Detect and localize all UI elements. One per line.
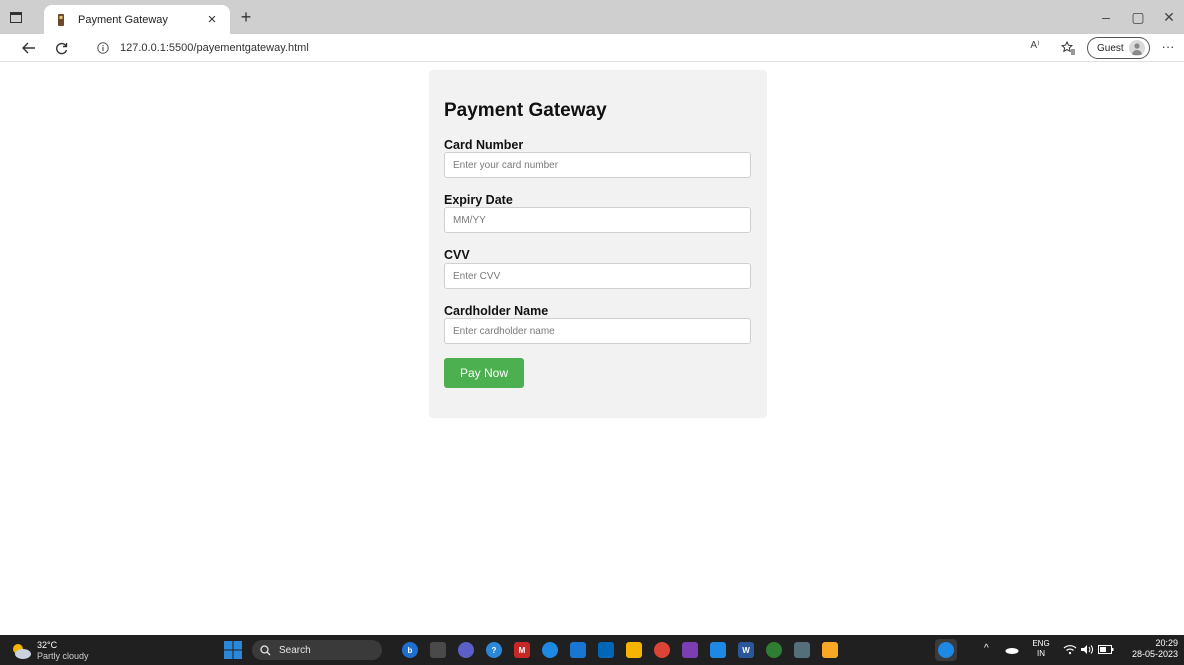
app-yellow-icon[interactable]: [822, 642, 838, 658]
page-favicon-icon: [54, 13, 68, 27]
card-number-label: Card Number: [444, 138, 524, 152]
cvv-label: CVV: [444, 248, 470, 262]
weather-description: Partly cloudy: [37, 651, 89, 661]
edge-active-icon[interactable]: [938, 642, 954, 658]
tray-overflow-icon[interactable]: ^: [984, 643, 989, 654]
weather-widget[interactable]: 32°C Partly cloudy: [10, 639, 120, 663]
git-icon[interactable]: [682, 642, 698, 658]
browser-tab[interactable]: Payment Gateway ×: [44, 5, 230, 34]
app-green-icon[interactable]: [766, 642, 782, 658]
browser-tab-bar: Payment Gateway × + – ▢ ✕: [0, 0, 1184, 34]
refresh-icon[interactable]: [52, 39, 70, 57]
restore-icon[interactable]: ▢: [1129, 9, 1147, 25]
back-arrow-icon[interactable]: [20, 39, 38, 57]
favorites-star-icon[interactable]: [1060, 40, 1076, 56]
mysql-icon[interactable]: [570, 642, 586, 658]
chrome-icon[interactable]: [654, 642, 670, 658]
tab-close-icon[interactable]: ×: [204, 11, 220, 28]
tab-title: Payment Gateway: [78, 13, 168, 26]
edge-icon[interactable]: [542, 642, 558, 658]
search-label: Search: [279, 644, 311, 656]
help-icon[interactable]: ?: [486, 642, 502, 658]
mcafee-icon[interactable]: M: [514, 642, 530, 658]
minimize-icon[interactable]: –: [1097, 9, 1115, 25]
avatar: [1129, 40, 1145, 56]
language-code: ENG: [1032, 639, 1050, 648]
chat-icon[interactable]: [458, 642, 474, 658]
cvv-input[interactable]: [444, 263, 751, 289]
file-explorer-icon[interactable]: [626, 642, 642, 658]
clock-time: 20:29: [1155, 638, 1178, 648]
word-icon[interactable]: W: [738, 642, 754, 658]
taskbar: 32°C Partly cloudy Search b ? M W ^ ENG …: [0, 635, 1184, 665]
store-icon[interactable]: [598, 642, 614, 658]
card-number-input[interactable]: [444, 152, 751, 178]
payment-form-card: Payment Gateway Card Number Expiry Date …: [429, 70, 767, 418]
onedrive-icon[interactable]: [1005, 646, 1019, 654]
cardholder-name-input[interactable]: [444, 318, 751, 344]
page-title: Payment Gateway: [444, 100, 607, 121]
site-info-icon[interactable]: [96, 41, 110, 55]
virtualbox-icon[interactable]: [794, 642, 810, 658]
more-options-icon[interactable]: ···: [1160, 40, 1176, 54]
read-aloud-icon[interactable]: A⁾: [1026, 40, 1044, 51]
clock[interactable]: 20:29 28-05-2023: [1122, 638, 1178, 660]
volume-icon[interactable]: [1080, 644, 1094, 655]
address-bar[interactable]: 127.0.0.1:5500/payementgateway.html: [84, 37, 1024, 59]
tab-actions-icon[interactable]: [8, 9, 24, 25]
profile-label: Guest: [1097, 42, 1124, 54]
vscode-icon[interactable]: [710, 642, 726, 658]
profile-button[interactable]: Guest: [1087, 37, 1150, 59]
bing-icon[interactable]: b: [402, 642, 418, 658]
window-close-icon[interactable]: ✕: [1160, 9, 1178, 25]
wifi-icon[interactable]: [1063, 644, 1077, 655]
language-indicator[interactable]: ENG IN: [1031, 639, 1051, 659]
page-viewport: Payment Gateway Card Number Expiry Date …: [0, 62, 1184, 635]
expiry-date-input[interactable]: [444, 207, 751, 233]
partly-cloudy-icon: [13, 644, 31, 659]
expiry-date-label: Expiry Date: [444, 193, 513, 207]
battery-icon[interactable]: [1098, 645, 1114, 654]
search-icon: [260, 644, 271, 655]
taskbar-search[interactable]: Search: [252, 640, 382, 660]
weather-temperature: 32°C: [37, 640, 58, 650]
new-tab-button[interactable]: +: [236, 7, 256, 27]
cardholder-name-label: Cardholder Name: [444, 304, 549, 318]
pay-now-button[interactable]: Pay Now: [444, 358, 524, 388]
region-code: IN: [1037, 649, 1045, 658]
clock-date: 28-05-2023: [1131, 649, 1178, 659]
task-view-icon[interactable]: [430, 642, 446, 658]
browser-toolbar: 127.0.0.1:5500/payementgateway.html A⁾ G…: [0, 34, 1184, 62]
address-url: 127.0.0.1:5500/payementgateway.html: [120, 42, 309, 54]
windows-start-icon[interactable]: [224, 641, 242, 659]
